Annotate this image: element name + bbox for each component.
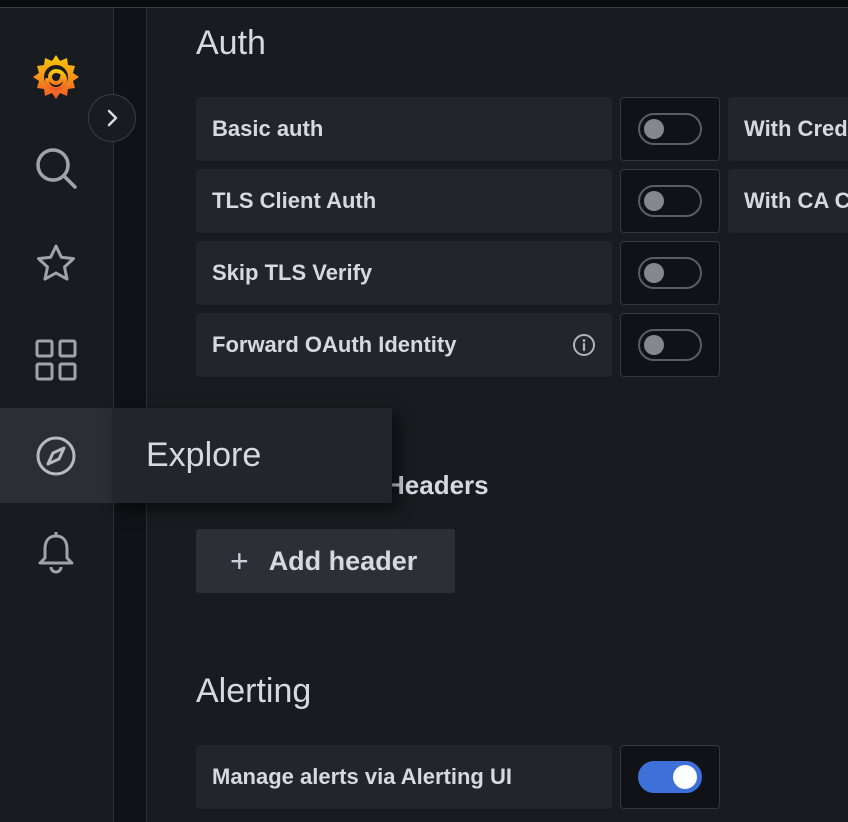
toggle-knob [673,765,697,789]
skip-tls-verify-label: Skip TLS Verify [196,241,612,305]
bell-icon[interactable] [24,520,88,584]
toggle-knob [644,263,664,283]
nav-item-explore[interactable] [0,408,112,503]
window-top-border [0,0,848,8]
forward-oauth-toggle[interactable] [638,329,702,361]
manage-alerts-toggle[interactable] [638,761,702,793]
add-header-label: Add header [268,545,418,576]
skip-tls-verify-toggle[interactable] [638,257,702,289]
basic-auth-label: Basic auth [196,97,612,161]
toggle-knob [644,191,664,211]
expand-nav-button[interactable] [88,94,136,142]
basic-auth-toggle[interactable] [638,113,702,145]
star-icon[interactable] [24,232,88,296]
skip-tls-verify-toggle-box [620,241,720,305]
tls-client-auth-label: TLS Client Auth [196,169,612,233]
grafana-logo-icon[interactable] [24,45,88,109]
add-header-button[interactable]: + Add header [196,529,455,593]
basic-auth-toggle-box [620,97,720,161]
forward-oauth-label: Forward OAuth Identity [196,313,612,377]
search-icon[interactable] [24,136,88,200]
compass-icon [24,424,88,488]
explore-tooltip: Explore [112,408,392,503]
dashboards-grid-icon[interactable] [24,328,88,392]
info-icon[interactable] [572,333,596,357]
toggle-knob [644,335,664,355]
tls-client-auth-toggle[interactable] [638,185,702,217]
manage-alerts-label: Manage alerts via Alerting UI [196,745,612,809]
alerting-section-title: Alerting [196,672,312,710]
tls-client-auth-toggle-box [620,169,720,233]
with-credentials-label: With Credentials [728,97,848,161]
toggle-knob [644,119,664,139]
manage-alerts-toggle-box [620,745,720,809]
plus-icon: + [230,542,249,579]
chevron-right-icon [107,109,118,127]
custom-headers-title: Headers [386,470,489,500]
auth-section-title: Auth [196,24,266,62]
with-ca-cert-label: With CA Cert [728,169,848,233]
forward-oauth-toggle-box [620,313,720,377]
